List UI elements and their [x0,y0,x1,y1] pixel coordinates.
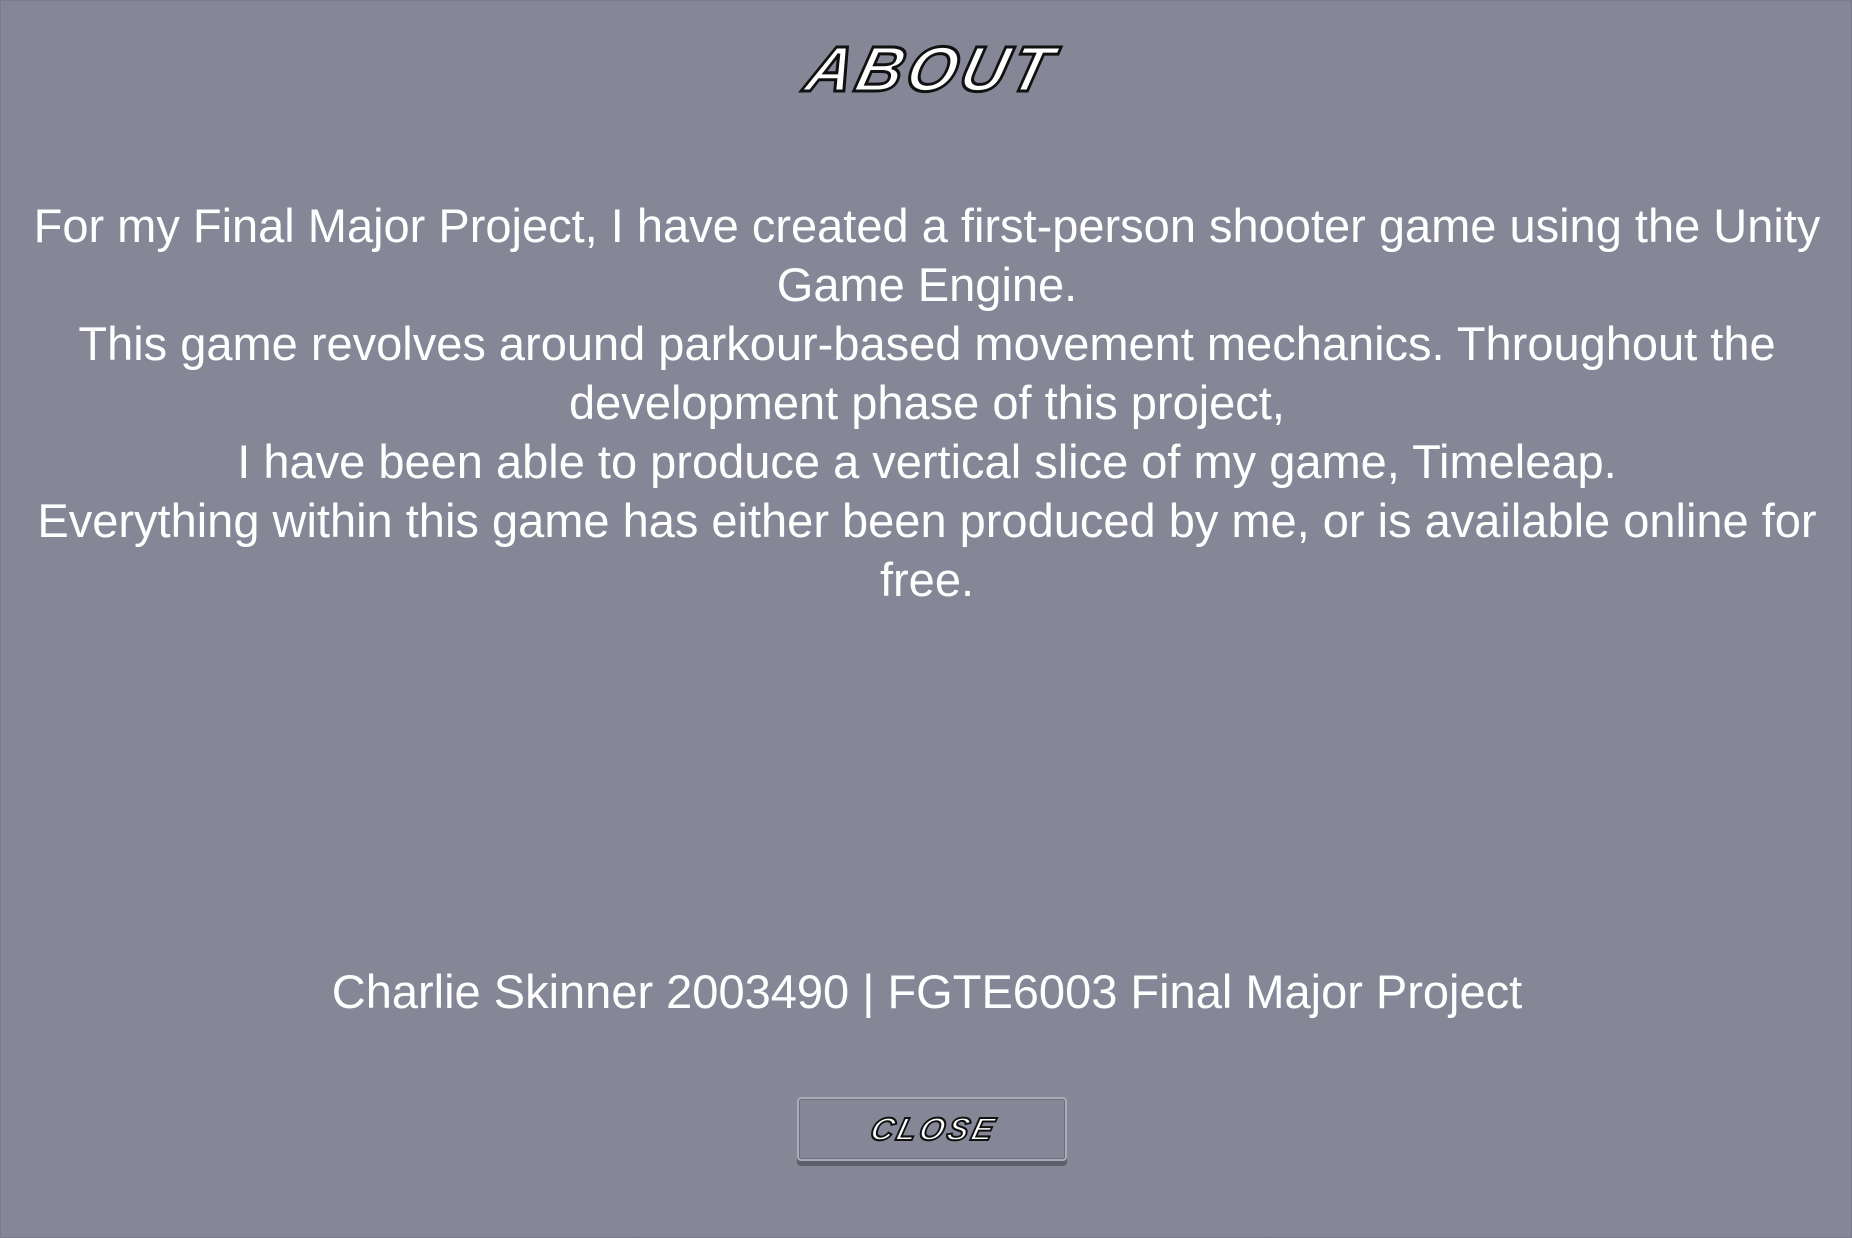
description-paragraph-2: This game revolves around parkour-based … [78,317,1776,429]
credit-text: Charlie Skinner 2003490 | FGTE6003 Final… [331,965,1523,1018]
about-title-text: ABOUT [797,39,1066,105]
description-paragraph-3: I have been able to produce a vertical s… [237,435,1617,488]
about-panel: ABOUT For my Final Major Project, I have… [0,0,1852,1238]
description-paragraph-1: For my Final Major Project, I have creat… [33,199,1821,311]
description-paragraph-4: Everything within this game has either b… [37,494,1817,606]
close-button[interactable]: CLOSE [797,1097,1067,1161]
about-title-logo: ABOUT [795,39,1067,106]
about-description: For my Final Major Project, I have creat… [31,196,1823,609]
close-button-text: CLOSE [867,1111,1001,1146]
about-title: ABOUT [1,39,1852,109]
close-button-label: CLOSE [866,1110,1002,1147]
